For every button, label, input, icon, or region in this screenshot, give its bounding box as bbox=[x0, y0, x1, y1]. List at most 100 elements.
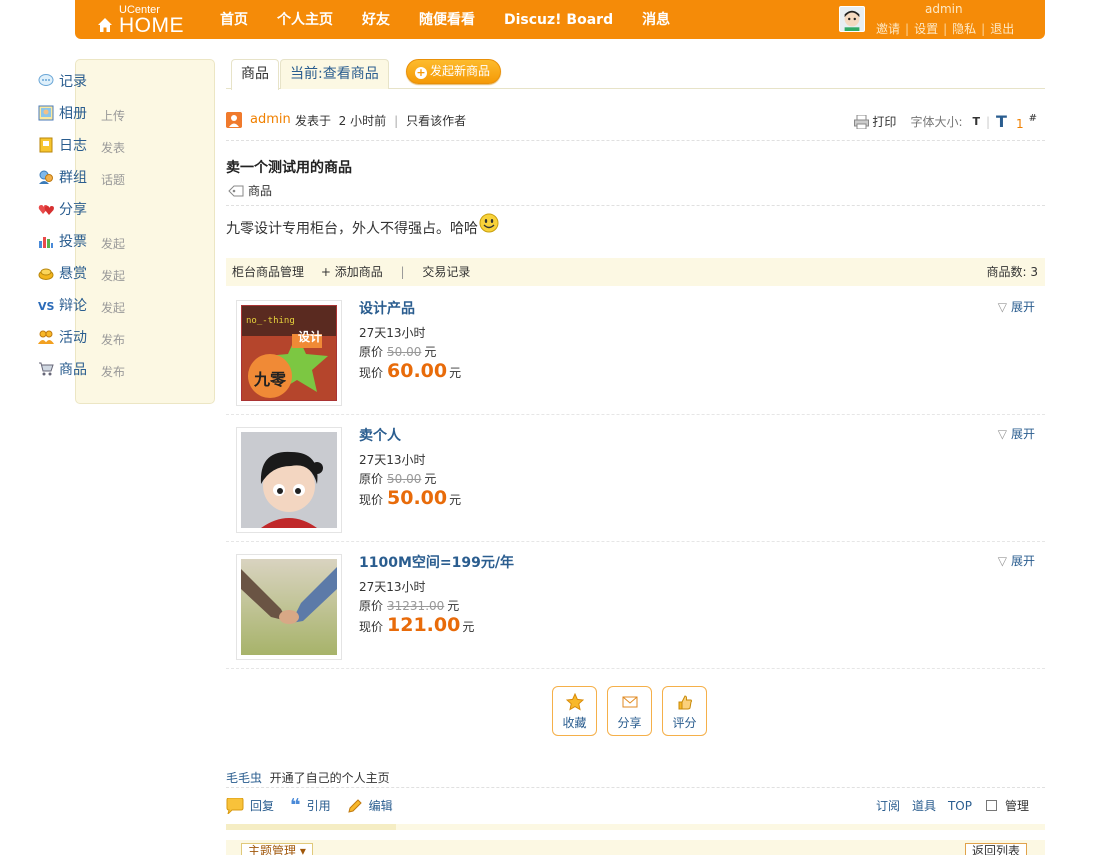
sidebar-item-label[interactable]: 悬赏 bbox=[59, 263, 87, 283]
sidebar-item-action[interactable]: 上传 bbox=[101, 107, 125, 124]
quote-link[interactable]: 引用 bbox=[307, 797, 331, 814]
goods-manage-link[interactable]: 柜台商品管理 bbox=[232, 265, 304, 279]
header-username[interactable]: admin bbox=[925, 2, 963, 16]
post-body: 九零设计专用柜台，外人不得强占。哈哈 bbox=[226, 213, 499, 238]
nav-profile[interactable]: 个人主页 bbox=[277, 2, 333, 38]
sidebar-item-action[interactable]: 发起 bbox=[101, 267, 125, 284]
sidebar-item[interactable]: 记录 bbox=[38, 71, 87, 91]
author-avatar-icon[interactable] bbox=[226, 112, 242, 128]
sidebar-item[interactable]: 商品 发布 bbox=[38, 359, 125, 379]
ucenter-home-logo[interactable]: UCenter HOME bbox=[97, 4, 187, 37]
goods-name[interactable]: 卖个人 bbox=[359, 425, 401, 445]
goods-original-price: 原价 50.00 元 bbox=[359, 470, 436, 487]
goods-thumbnail[interactable] bbox=[236, 427, 342, 533]
sidebar-item-label[interactable]: 记录 bbox=[59, 71, 87, 91]
sidebar-item-action[interactable]: 发表 bbox=[101, 139, 125, 156]
sidebar-item-label[interactable]: 投票 bbox=[59, 231, 87, 251]
reply-toolbar: 回复 ❝ 引用 编辑 订阅 道具 TOP 管理 bbox=[226, 794, 1045, 818]
sidebar-item[interactable]: VS 辩论 发起 bbox=[38, 295, 125, 315]
trade-records-link[interactable]: 交易记录 bbox=[422, 265, 470, 279]
sidebar-item[interactable]: 投票 发起 bbox=[38, 231, 125, 251]
post-tag[interactable]: 商品 bbox=[228, 182, 272, 199]
star-icon bbox=[565, 693, 584, 711]
expand-link[interactable]: ▽ 展开 bbox=[998, 298, 1035, 315]
back-to-list-button[interactable]: 返回列表 bbox=[964, 843, 1027, 855]
tools-link[interactable]: 道具 bbox=[912, 797, 936, 814]
svg-text:VS: VS bbox=[38, 300, 54, 313]
goods-remaining-time: 27天13小时 bbox=[359, 326, 426, 340]
settings-link[interactable]: 设置 bbox=[914, 22, 938, 36]
sidebar-item-label[interactable]: 群组 bbox=[59, 167, 87, 187]
sidebar-item-action[interactable]: 发布 bbox=[101, 363, 125, 380]
activity-user[interactable]: 毛毛虫 bbox=[226, 771, 262, 785]
logout-link[interactable]: 退出 bbox=[990, 22, 1014, 36]
sidebar-item[interactable]: 悬赏 发起 bbox=[38, 263, 125, 283]
sidebar-item-label[interactable]: 辩论 bbox=[59, 295, 87, 315]
post-author[interactable]: admin bbox=[250, 112, 291, 127]
now-label: 现价 bbox=[359, 493, 384, 507]
goods-name[interactable]: 设计产品 bbox=[359, 298, 415, 318]
nav-messages[interactable]: 消息 bbox=[642, 2, 670, 38]
font-big-button[interactable]: T bbox=[996, 112, 1007, 131]
sidebar-item-label[interactable]: 相册 bbox=[59, 103, 87, 123]
smiley-icon bbox=[479, 213, 499, 233]
sidebar-item-action[interactable]: 发起 bbox=[101, 235, 125, 252]
manage-label: 管理 bbox=[1004, 799, 1029, 813]
privacy-link[interactable]: 隐私 bbox=[952, 22, 976, 36]
nav-discuz-board[interactable]: Discuz! Board bbox=[504, 2, 613, 38]
sidebar-item[interactable]: 群组 话题 bbox=[38, 167, 125, 187]
user-avatar[interactable] bbox=[839, 6, 865, 32]
goods-thumbnail[interactable]: no_-thing 设计 九零 bbox=[236, 300, 342, 406]
sidebar-item-label[interactable]: 活动 bbox=[59, 327, 87, 347]
post-time: 2 小时前 bbox=[338, 114, 387, 128]
topic-manage-dropdown[interactable]: 主题管理 ▾ bbox=[241, 843, 313, 855]
nav-home[interactable]: 首页 bbox=[220, 2, 248, 38]
nav-friends[interactable]: 好友 bbox=[362, 2, 390, 38]
sidebar-item-action[interactable]: 发布 bbox=[101, 331, 125, 348]
reply-bubble-icon bbox=[226, 797, 244, 814]
top-link[interactable]: TOP bbox=[948, 799, 972, 813]
sidebar-item-action[interactable]: 话题 bbox=[101, 171, 125, 188]
goods-current-price: 现价 60.00 元 bbox=[359, 360, 461, 382]
sidebar-item[interactable]: 相册 上传 bbox=[38, 103, 125, 123]
sidebar-item-action[interactable]: 发起 bbox=[101, 299, 125, 316]
rate-button[interactable]: 评分 bbox=[662, 686, 707, 736]
sidebar-item[interactable]: 活动 发布 bbox=[38, 327, 125, 347]
reply-link[interactable]: 回复 bbox=[250, 797, 274, 814]
expand-link[interactable]: ▽ 展开 bbox=[998, 425, 1035, 442]
orig-label: 原价 bbox=[359, 472, 384, 486]
expand-link[interactable]: ▽ 展开 bbox=[998, 552, 1035, 569]
print-link[interactable]: 打印 bbox=[872, 113, 896, 130]
top-header: UCenter HOME 首页 个人主页 好友 随便看看 Discuz! Boa… bbox=[75, 0, 1045, 39]
printer-icon bbox=[854, 114, 870, 129]
thumb-text-tag: 设计 bbox=[298, 330, 323, 344]
subscribe-link[interactable]: 订阅 bbox=[876, 797, 900, 814]
sidebar-item-label[interactable]: 分享 bbox=[59, 199, 87, 219]
tab-current-view[interactable]: 当前:查看商品 bbox=[280, 59, 389, 89]
new-goods-button[interactable]: + 发起新商品 bbox=[406, 59, 502, 84]
sep: | bbox=[981, 22, 986, 36]
tab-goods[interactable]: 商品 bbox=[231, 59, 279, 90]
logo-big-text: HOME bbox=[119, 14, 184, 37]
cart-icon bbox=[38, 361, 54, 377]
floor-hash[interactable]: # bbox=[1029, 113, 1037, 124]
nav-browse[interactable]: 随便看看 bbox=[419, 2, 475, 38]
invite-link[interactable]: 邀请 bbox=[876, 22, 900, 36]
goods-thumbnail[interactable] bbox=[236, 554, 342, 660]
share-button[interactable]: 分享 bbox=[607, 686, 652, 736]
now-price: 121.00 bbox=[387, 614, 461, 636]
goods-toolbar: 柜台商品管理 + 添加商品 | 交易记录 商品数: 3 bbox=[226, 258, 1045, 286]
add-goods-link[interactable]: + 添加商品 bbox=[321, 265, 383, 279]
edit-link[interactable]: 编辑 bbox=[369, 797, 393, 814]
manage-checkbox[interactable] bbox=[985, 800, 997, 811]
sidebar-item[interactable]: 分享 bbox=[38, 199, 87, 219]
only-author-link[interactable]: 只看该作者 bbox=[406, 114, 466, 128]
sidebar-item-label[interactable]: 日志 bbox=[59, 135, 87, 155]
sidebar-item-label[interactable]: 商品 bbox=[59, 359, 87, 379]
sidebar-item[interactable]: 日志 发表 bbox=[38, 135, 125, 155]
speech-bubble-icon bbox=[38, 73, 54, 89]
goods-name[interactable]: 1100M空间=199元/年 bbox=[359, 552, 514, 572]
avatar-face-icon bbox=[840, 7, 864, 31]
font-small-button[interactable]: T bbox=[972, 115, 980, 128]
favorite-button[interactable]: 收藏 bbox=[552, 686, 597, 736]
